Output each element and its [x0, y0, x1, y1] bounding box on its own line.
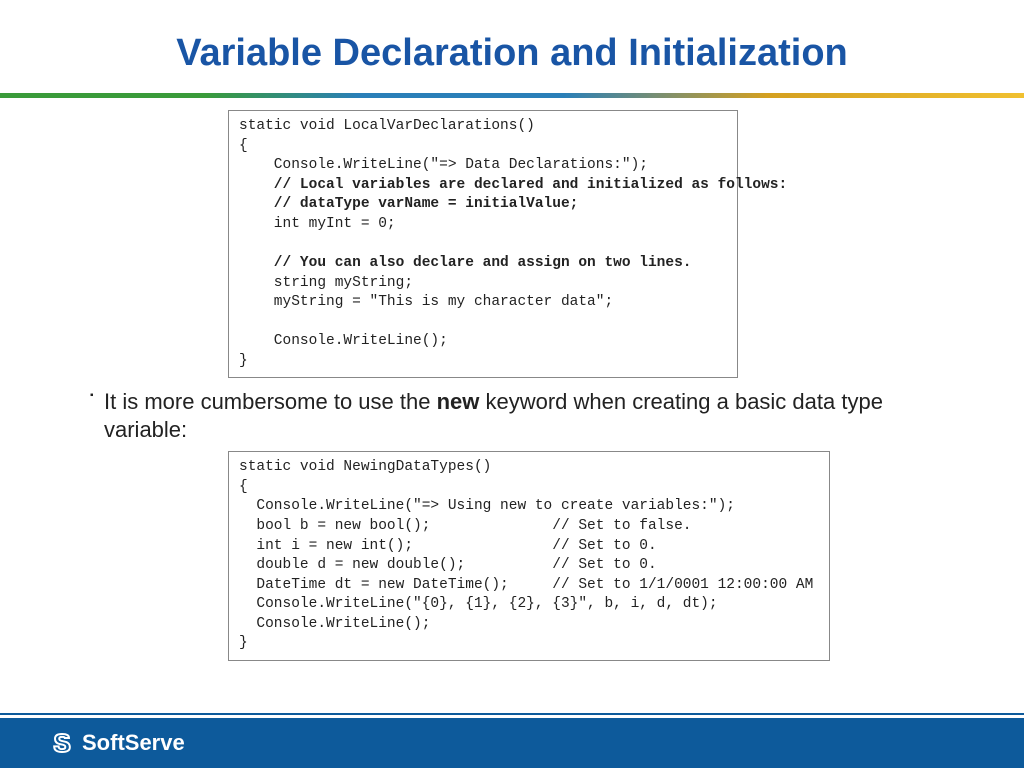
- code-line: DateTime dt = new DateTime(); // Set to …: [239, 577, 813, 593]
- code-line: {: [239, 479, 248, 495]
- bullet-part1: It is more cumbersome to use the: [104, 389, 437, 414]
- code-block-2: static void NewingDataTypes() { Console.…: [228, 451, 830, 661]
- code-line: bool b = new bool(); // Set to false.: [239, 518, 691, 534]
- code-line: Console.WriteLine();: [239, 616, 430, 632]
- code-line: Console.WriteLine();: [239, 333, 448, 349]
- code-line: // dataType varName = initialValue;: [239, 196, 578, 212]
- code-line: // You can also declare and assign on tw…: [239, 255, 691, 271]
- code-line: static void NewingDataTypes(): [239, 459, 491, 475]
- slide-title: Variable Declaration and Initialization: [0, 0, 1024, 93]
- logo-icon: [48, 729, 76, 757]
- code-line: Console.WriteLine("{0}, {1}, {2}, {3}", …: [239, 596, 718, 612]
- code-line: double d = new double(); // Set to 0.: [239, 557, 657, 573]
- code-line: }: [239, 353, 248, 369]
- bullet-bold: new: [437, 389, 480, 414]
- code-line: {: [239, 138, 248, 154]
- divider-gradient: [0, 93, 1024, 98]
- bullet-text: It is more cumbersome to use the new key…: [90, 388, 934, 443]
- brand-text: SoftServe: [82, 730, 185, 756]
- code-line: }: [239, 635, 248, 651]
- footer: SoftServe: [0, 713, 1024, 768]
- code-line: int i = new int(); // Set to 0.: [239, 538, 657, 554]
- code-line: string myString;: [239, 275, 413, 291]
- code-line: myString = "This is my character data";: [239, 294, 613, 310]
- brand-logo: SoftServe: [48, 729, 185, 757]
- footer-bar: SoftServe: [0, 718, 1024, 768]
- code-line: // Local variables are declared and init…: [239, 177, 787, 193]
- code-line: int myInt = 0;: [239, 216, 396, 232]
- code-line: Console.WriteLine("=> Data Declarations:…: [239, 157, 648, 173]
- code-line: static void LocalVarDeclarations(): [239, 118, 535, 134]
- code-line: Console.WriteLine("=> Using new to creat…: [239, 498, 735, 514]
- code-block-1: static void LocalVarDeclarations() { Con…: [228, 110, 738, 378]
- footer-divider: [0, 713, 1024, 715]
